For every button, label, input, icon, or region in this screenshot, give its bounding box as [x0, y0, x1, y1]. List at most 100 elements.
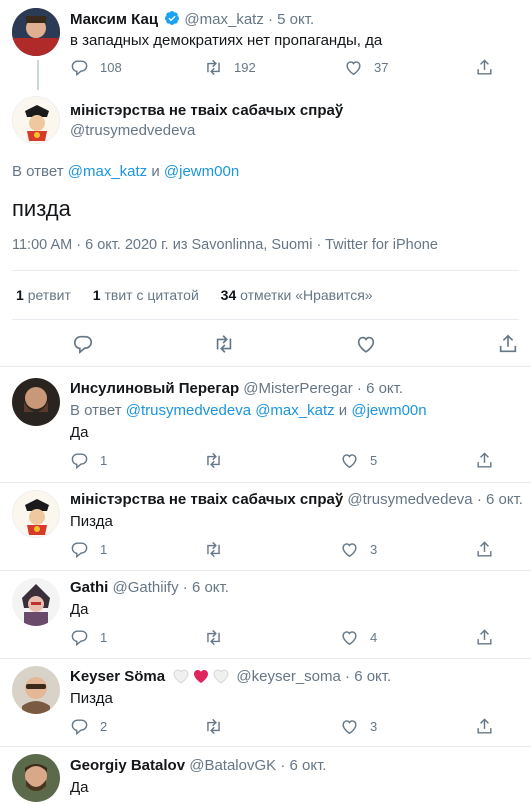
tweet-text: Да [70, 424, 89, 441]
tweet-time[interactable]: 6 окт. [290, 757, 327, 774]
author-name[interactable]: Максим Кац [70, 11, 158, 28]
share-button[interactable] [475, 628, 494, 647]
author-handle[interactable]: @BatalovGK [189, 757, 276, 774]
author-name[interactable]: Инсулиновый Перегар [70, 380, 239, 397]
like-button[interactable]: 37 [344, 58, 388, 77]
tweet-text: в западных демократиях нет пропаганды, д… [70, 32, 383, 49]
author-handle[interactable]: @trusymedvedeva [347, 491, 472, 508]
reply-button[interactable]: 1 [70, 451, 107, 470]
like-icon [342, 631, 357, 646]
mention-link[interactable]: @max_katz [68, 163, 147, 180]
retweet-icon [207, 452, 220, 469]
author-handle[interactable]: @keyser_soma [236, 668, 340, 685]
tweet-time[interactable]: 11:00 AM [12, 237, 72, 253]
retweets-count: 1 [16, 287, 24, 303]
tweet-time[interactable]: 6 окт. [192, 579, 229, 596]
retweet-icon [207, 718, 220, 735]
retweet-button[interactable]: 192 [204, 58, 256, 77]
reply-icon [71, 542, 88, 559]
share-icon [499, 334, 517, 353]
reply-button[interactable]: 1 [70, 540, 107, 559]
author-name[interactable]: Georgiy Batalov [70, 757, 185, 774]
like-button[interactable]: 4 [340, 628, 377, 647]
share-icon [477, 452, 492, 468]
share-icon [477, 59, 492, 75]
author-name[interactable]: міністэрства не тваіх сабачых спраў [70, 102, 343, 119]
author-handle[interactable]: @MisterPeregar [243, 380, 352, 397]
divider [12, 319, 519, 320]
author-name[interactable]: Gathi [70, 579, 108, 596]
divider [0, 658, 531, 659]
avatar-image [12, 666, 60, 714]
avatar[interactable] [12, 578, 60, 626]
author-handle[interactable]: @trusymedvedeva [70, 122, 195, 139]
quotes-label: твит с цитатой [104, 287, 199, 303]
like-button[interactable]: 5 [340, 451, 377, 470]
retweet-button[interactable] [204, 540, 223, 559]
retweet-button[interactable] [204, 451, 223, 470]
reply-button[interactable]: 2 [70, 717, 107, 736]
avatar[interactable] [12, 8, 60, 56]
divider [12, 270, 519, 271]
dot-separator: · [345, 668, 351, 685]
like-button[interactable] [355, 333, 377, 355]
share-button[interactable] [475, 58, 494, 77]
avatar-image [12, 578, 60, 626]
author-handle[interactable]: @max_katz [184, 11, 263, 28]
share-icon [477, 629, 492, 645]
retweets-stat[interactable]: 1 ретвит [16, 287, 75, 303]
quotes-count: 1 [92, 287, 101, 303]
like-count: 5 [370, 453, 378, 468]
mention-link[interactable]: @max_katz [255, 402, 334, 419]
avatar[interactable] [12, 96, 60, 144]
like-count: 3 [370, 542, 378, 557]
likes-count: 34 [220, 287, 237, 303]
mention-link[interactable]: @jewm00n [164, 163, 239, 180]
reply-and: и [338, 402, 348, 419]
reply-count: 108 [100, 60, 122, 75]
share-button[interactable] [497, 333, 519, 355]
tweet-header: міністэрства не тваіх сабачых спраў @tru… [70, 491, 523, 508]
author-name[interactable]: міністэрства не тваіх сабачых спраў [70, 491, 343, 508]
reply-count: 1 [100, 453, 108, 468]
tweet-header: Gathi @Gathiify · 6 окт. [70, 579, 229, 596]
mention-link[interactable]: @trusymedvedeva [126, 402, 251, 419]
like-button[interactable]: 3 [340, 540, 377, 559]
tweet-time[interactable]: 6 окт. [354, 668, 391, 685]
quotes-stat[interactable]: 1 твит с цитатой [93, 287, 203, 303]
like-count: 37 [374, 60, 389, 75]
avatar[interactable] [12, 490, 60, 538]
author-name[interactable]: Keyser Söma [70, 668, 165, 685]
reply-button[interactable] [72, 333, 94, 355]
share-button[interactable] [475, 717, 494, 736]
retweet-button[interactable] [204, 717, 223, 736]
mention-link[interactable]: @jewm00n [351, 402, 426, 419]
tweet-stats: 1 ретвит 1 твит с цитатой 34 отметки «Нр… [16, 287, 373, 303]
reply-icon [71, 60, 88, 77]
retweet-button[interactable] [204, 628, 223, 647]
tweet-time[interactable]: 6 окт. [366, 380, 403, 397]
reply-icon [71, 453, 88, 470]
likes-stat[interactable]: 34 отметки «Нравится» [221, 287, 373, 303]
author-handle[interactable]: @Gathiify [113, 579, 179, 596]
share-button[interactable] [475, 451, 494, 470]
tweet-client[interactable]: Twitter for iPhone [325, 237, 438, 253]
reply-button[interactable]: 1 [70, 628, 107, 647]
avatar-image [13, 97, 59, 143]
tweet-meta: 11:00 AM · 6 окт. 2020 г. из Savonlinna,… [12, 237, 438, 253]
share-button[interactable] [475, 540, 494, 559]
retweet-button[interactable] [213, 333, 235, 355]
tweet-time[interactable]: 6 окт. [486, 491, 523, 508]
dot-separator: · [316, 237, 322, 253]
avatar[interactable] [12, 754, 60, 802]
like-icon [357, 336, 375, 353]
like-button[interactable]: 3 [340, 717, 377, 736]
tweet-location[interactable]: Savonlinna, Suomi [192, 237, 313, 253]
avatar[interactable] [12, 666, 60, 714]
avatar-image [12, 8, 60, 56]
tweet-date[interactable]: 6 окт. 2020 г. [85, 237, 169, 253]
reply-button[interactable]: 108 [70, 58, 122, 77]
tweet-time[interactable]: 5 окт. [277, 11, 314, 28]
avatar-image [13, 491, 59, 537]
avatar[interactable] [12, 378, 60, 426]
